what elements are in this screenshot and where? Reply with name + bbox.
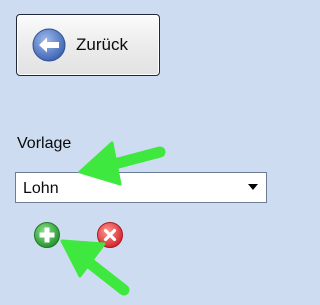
add-button[interactable] bbox=[33, 221, 61, 249]
template-label: Vorlage bbox=[17, 135, 72, 152]
back-button[interactable]: Zurück bbox=[16, 14, 160, 76]
chevron-down-icon[interactable] bbox=[247, 181, 259, 193]
template-select[interactable]: Lohn bbox=[15, 172, 267, 203]
template-selected-value: Lohn bbox=[23, 180, 59, 197]
back-arrow-icon bbox=[32, 28, 66, 62]
delete-button[interactable] bbox=[96, 221, 124, 249]
back-button-label: Zurück bbox=[76, 35, 128, 54]
